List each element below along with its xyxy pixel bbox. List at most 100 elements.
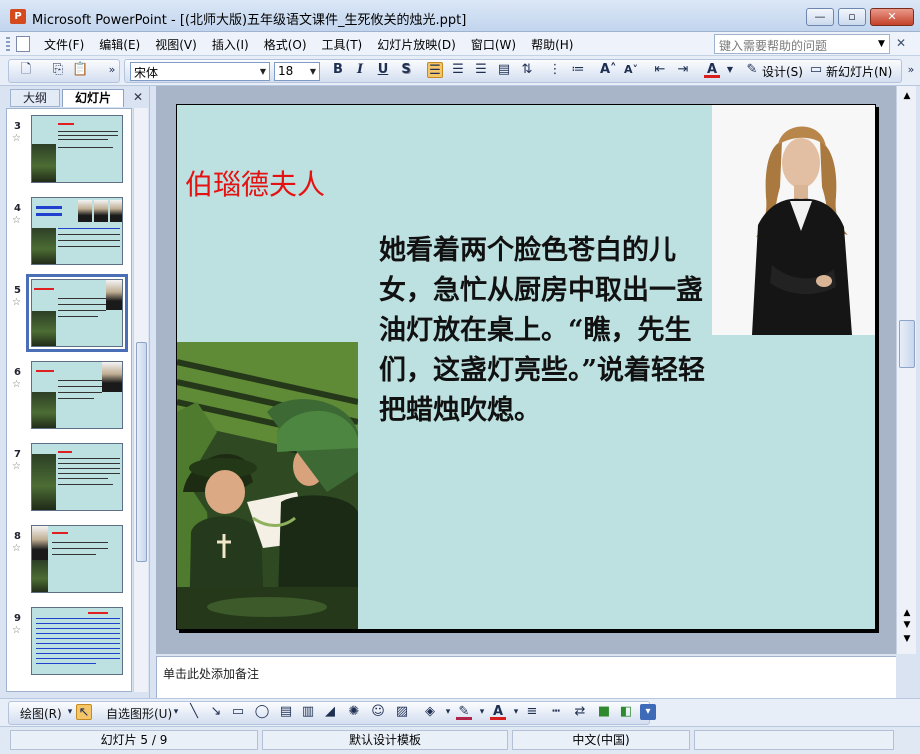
help-search-input[interactable]: 键入需要帮助的问题 (714, 34, 890, 54)
arrow-tool-icon[interactable]: ↘ (208, 704, 224, 720)
rectangle-tool-icon[interactable]: ▭ (230, 704, 246, 720)
comic-illustration[interactable] (177, 342, 358, 629)
close-pane-icon[interactable]: ✕ (133, 90, 143, 104)
document-icon[interactable] (16, 36, 30, 52)
new-slide-icon[interactable]: ▭ (808, 62, 824, 78)
line-tool-icon[interactable]: ╲ (186, 704, 202, 720)
new-slide-button[interactable]: 新幻灯片(N) (826, 63, 892, 80)
slide-body-text[interactable]: 她看着两个脸色苍白的儿女，急忙从厨房中取出一盏油灯放在桌上。“瞧，先生们，这盏灯… (379, 231, 709, 431)
slide-thumbnail-3[interactable] (31, 115, 123, 183)
font-dropdown-icon[interactable]: ▼ (257, 64, 269, 79)
shadow-style-icon[interactable]: ■ (596, 704, 612, 720)
clipart-icon[interactable]: ☺ (370, 704, 386, 720)
decrease-indent-icon[interactable]: ⇤ (652, 62, 668, 78)
slide-thumbnail-9[interactable] (31, 607, 123, 675)
slides-pane-scroll-thumb[interactable] (136, 342, 147, 562)
design-template-name[interactable]: 默认设计模板 (262, 730, 508, 750)
menu-tools[interactable]: 工具(T) (322, 36, 363, 53)
draw-menu-button[interactable]: 绘图(R) (20, 705, 62, 722)
menu-window[interactable]: 窗口(W) (471, 36, 516, 53)
autoshapes-button[interactable]: 自选图形(U) (106, 705, 172, 722)
dash-style-icon[interactable]: ┅ (548, 704, 564, 720)
draw-font-color-dropdown-icon[interactable]: ▾ (508, 704, 524, 720)
fill-color-icon[interactable]: ◈ (422, 704, 438, 720)
portrait-photo[interactable] (712, 105, 875, 335)
vertical-textbox-icon[interactable]: ▥ (300, 704, 316, 720)
shadow-button[interactable]: S (398, 62, 414, 78)
wordart-icon[interactable]: ◢ (322, 704, 338, 720)
notes-placeholder[interactable]: 单击此处添加备注 (163, 665, 259, 682)
toolbar-options-icon[interactable]: » (104, 62, 120, 78)
slide-scrollbar[interactable]: ▲ ▲ ▼ ▼ (896, 86, 916, 654)
minimize-button[interactable]: — (806, 8, 834, 26)
notes-pane[interactable]: 单击此处添加备注 (156, 656, 896, 698)
drawing-toolbar-options-icon[interactable]: ▾ (640, 704, 656, 720)
paste-icon[interactable]: 📋 (72, 62, 88, 78)
line-color-icon[interactable]: ✎ (456, 704, 472, 720)
help-dropdown-icon[interactable]: ▼ (878, 39, 885, 49)
new-document-icon[interactable]: 🗋 (18, 62, 34, 78)
menu-format[interactable]: 格式(O) (264, 36, 307, 53)
distribute-icon[interactable]: ⇅ (519, 62, 535, 78)
slide-title[interactable]: 伯瑙德夫人 (185, 163, 325, 203)
italic-button[interactable]: I (352, 62, 368, 78)
menu-file[interactable]: 文件(F) (44, 36, 84, 53)
slide-thumbnail-4[interactable] (31, 197, 123, 265)
autoshapes-dropdown-icon[interactable]: ▾ (168, 704, 184, 720)
current-slide[interactable]: 伯瑙德夫人 她看着两个脸色苍白的儿女，急忙从厨房中取出一盏油灯放在桌上。“瞧，先… (176, 104, 876, 630)
insert-picture-icon[interactable]: ▨ (394, 704, 410, 720)
decrease-font-icon[interactable]: A˅ (623, 62, 639, 78)
numbering-icon[interactable]: ⋮ (547, 62, 563, 78)
align-left-icon[interactable]: ☰ (427, 62, 443, 78)
slide-thumbnail-6[interactable] (31, 361, 123, 429)
menu-grip-icon[interactable] (6, 37, 10, 51)
increase-font-icon[interactable]: A˄ (600, 62, 617, 78)
slides-pane-scrollbar[interactable] (133, 108, 148, 692)
increase-indent-icon[interactable]: ⇥ (675, 62, 691, 78)
menu-help[interactable]: 帮助(H) (531, 36, 573, 53)
font-size-select[interactable]: 18 ▼ (274, 62, 320, 81)
slide-thumbnail-8[interactable] (31, 525, 123, 593)
arrow-style-icon[interactable]: ⇄ (572, 704, 588, 720)
menu-insert[interactable]: 插入(I) (212, 36, 249, 53)
maximize-button[interactable]: ▫ (838, 8, 866, 26)
scroll-down-icon[interactable]: ▼ (899, 634, 915, 646)
menu-edit[interactable]: 编辑(E) (99, 36, 140, 53)
font-color-dropdown-icon[interactable]: ▼ (722, 62, 738, 78)
powerpoint-app-icon[interactable]: P (10, 9, 26, 24)
draw-font-color-icon[interactable]: A (490, 704, 506, 720)
close-window-button[interactable]: ✕ (870, 8, 914, 26)
bold-button[interactable]: B (330, 62, 346, 78)
slide-thumbnail-5[interactable] (26, 274, 128, 352)
diagram-icon[interactable]: ✺ (346, 704, 362, 720)
font-color-icon[interactable]: A (704, 62, 720, 78)
size-dropdown-icon[interactable]: ▼ (307, 64, 319, 79)
align-right-icon[interactable]: ☰ (473, 62, 489, 78)
slide-thumbnail-7[interactable] (31, 443, 123, 511)
textbox-tool-icon[interactable]: ▤ (278, 704, 294, 720)
design-icon[interactable]: ✎ (744, 62, 760, 78)
scroll-up-icon[interactable]: ▲ (899, 88, 915, 104)
fill-color-dropdown-icon[interactable]: ▾ (440, 704, 456, 720)
design-button[interactable]: 设计(S) (762, 63, 803, 80)
next-slide-icon[interactable]: ▼ (899, 620, 915, 632)
previous-slide-icon[interactable]: ▲ (899, 608, 915, 620)
3d-style-icon[interactable]: ◧ (618, 704, 634, 720)
line-style-icon[interactable]: ≡ (524, 704, 540, 720)
copy-icon[interactable]: ⎘ (50, 62, 66, 78)
slide-scroll-thumb[interactable] (899, 320, 915, 368)
menu-view[interactable]: 视图(V) (155, 36, 197, 53)
underline-button[interactable]: U (375, 62, 391, 78)
align-center-icon[interactable]: ☰ (450, 62, 466, 78)
oval-tool-icon[interactable]: ◯ (254, 704, 270, 720)
bullets-icon[interactable]: ≔ (570, 62, 586, 78)
font-name-select[interactable]: 宋体 ▼ (130, 62, 270, 81)
tab-outline[interactable]: 大纲 (10, 89, 60, 107)
line-color-dropdown-icon[interactable]: ▾ (474, 704, 490, 720)
close-document-button[interactable]: ✕ (896, 36, 906, 50)
tab-slides[interactable]: 幻灯片 (62, 89, 124, 107)
select-pointer-icon[interactable]: ↖ (76, 704, 92, 720)
justify-icon[interactable]: ▤ (496, 62, 512, 78)
menu-slideshow[interactable]: 幻灯片放映(D) (377, 36, 456, 53)
toolbar-overflow-icon[interactable]: » (903, 62, 919, 78)
